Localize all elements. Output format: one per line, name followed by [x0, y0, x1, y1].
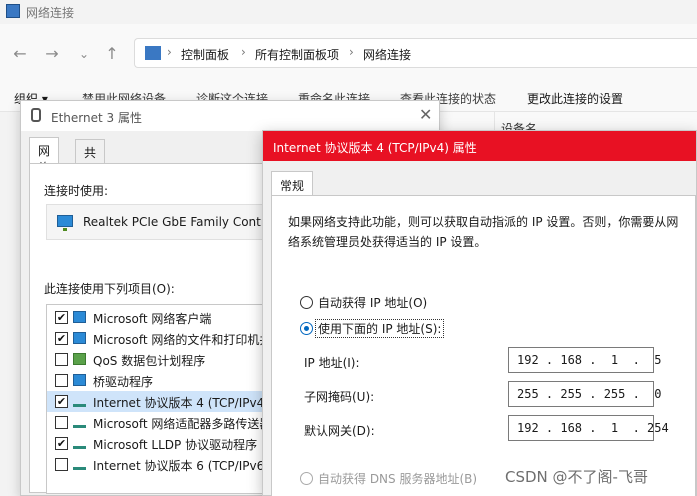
- ip-address-label: IP 地址(I):: [304, 356, 360, 370]
- window-title: 网络连接: [26, 6, 75, 20]
- ipv4-dialog-titlebar: Internet 协议版本 4 (TCP/IPv4) 属性: [263, 131, 696, 161]
- change-settings-button[interactable]: 更改此连接的设置: [527, 90, 623, 107]
- navigation-pane: [0, 112, 22, 496]
- item-checkbox[interactable]: [55, 353, 68, 366]
- close-icon[interactable]: ✕: [419, 105, 432, 124]
- ipv4-general-panel: 如果网络支持此功能，则可以获取自动指派的 IP 设置。否则，你需要从网络系统管理…: [271, 195, 696, 496]
- item-checkbox[interactable]: ✔: [55, 395, 68, 408]
- manual-ip-radio[interactable]: [300, 322, 313, 335]
- client-icon: [73, 374, 86, 386]
- auto-ip-label[interactable]: 自动获得 IP 地址(O): [318, 294, 427, 311]
- auto-ip-radio[interactable]: [300, 296, 313, 309]
- item-label: QoS 数据包计划程序: [93, 354, 206, 368]
- up-arrow-icon[interactable]: ↑: [102, 44, 122, 64]
- breadcrumb-network-connections[interactable]: 网络连接: [363, 46, 411, 63]
- explorer-titlebar: 网络连接: [0, 0, 697, 24]
- breadcrumb-separator: ›: [167, 45, 172, 59]
- service-icon: [73, 353, 86, 365]
- ethernet-icon: [31, 108, 41, 122]
- auto-dns-label[interactable]: 自动获得 DNS 服务器地址(B): [318, 470, 477, 487]
- client-icon: [73, 311, 86, 323]
- manual-ip-label[interactable]: 使用下面的 IP 地址(S):: [314, 319, 445, 338]
- adapter-name: Realtek PCIe GbE Family Controller: [83, 215, 292, 229]
- breadcrumb-separator: ›: [241, 45, 246, 59]
- protocol-icon: [73, 416, 86, 428]
- auto-dns-radio[interactable]: [300, 472, 313, 485]
- network-connections-icon: [6, 4, 20, 18]
- back-arrow-icon[interactable]: ←: [10, 44, 30, 64]
- navigation-bar: ← → ⌄ ↑ › 控制面板 › 所有控制面板项 › 网络连接: [0, 24, 697, 82]
- ip-address-field[interactable]: 192 . 168 . 1 . 5: [508, 347, 662, 373]
- watermark: CSDN @不了阁-飞哥: [505, 468, 648, 486]
- subnet-mask-field[interactable]: 255 . 255 . 255 . 0: [508, 381, 662, 407]
- breadcrumb-control-panel[interactable]: 控制面板: [181, 46, 229, 63]
- default-gateway-field[interactable]: 192 . 168 . 1 . 254: [508, 415, 669, 441]
- tab-general[interactable]: 常规: [271, 171, 314, 197]
- item-label: 桥驱动程序: [93, 375, 154, 389]
- connect-using-label: 连接时使用:: [44, 184, 109, 198]
- default-gateway-label: 默认网关(D):: [304, 424, 375, 438]
- item-label: Internet 协议版本 6 (TCP/IPv6): [93, 459, 269, 473]
- network-adapter-icon: [57, 215, 73, 231]
- tab-network[interactable]: 网络: [29, 137, 60, 175]
- item-label: Microsoft LLDP 协议驱动程序: [93, 438, 258, 452]
- ipv4-description: 如果网络支持此功能，则可以获取自动指派的 IP 设置。否则，你需要从网络系统管理…: [288, 215, 679, 249]
- item-checkbox[interactable]: [55, 458, 68, 471]
- protocol-icon: [73, 437, 86, 449]
- ethernet-dialog-title: Ethernet 3 属性: [51, 111, 142, 125]
- item-label: Internet 协议版本 4 (TCP/IPv4): [93, 396, 269, 410]
- item-checkbox[interactable]: [55, 374, 68, 387]
- protocol-icon: [73, 458, 86, 470]
- control-panel-icon: [145, 46, 161, 60]
- recent-locations-icon[interactable]: ⌄: [74, 44, 94, 64]
- protocol-icon: [73, 395, 86, 407]
- item-label: Microsoft 网络客户端: [93, 312, 212, 326]
- item-checkbox[interactable]: [55, 416, 68, 429]
- address-bar[interactable]: › 控制面板 › 所有控制面板项 › 网络连接: [134, 38, 697, 68]
- item-label: Microsoft 网络的文件和打印机共享: [93, 333, 284, 347]
- item-checkbox[interactable]: ✔: [55, 437, 68, 450]
- breadcrumb-all-items[interactable]: 所有控制面板项: [255, 46, 339, 63]
- item-checkbox[interactable]: ✔: [55, 311, 68, 324]
- ethernet-dialog-titlebar: Ethernet 3 属性 ✕: [21, 101, 439, 131]
- forward-arrow-icon[interactable]: →: [42, 44, 62, 64]
- ipv4-dialog-title: Internet 协议版本 4 (TCP/IPv4) 属性: [273, 141, 477, 155]
- breadcrumb-separator: ›: [349, 45, 354, 59]
- client-icon: [73, 332, 86, 344]
- items-label: 此连接使用下列项目(O):: [44, 282, 175, 296]
- item-checkbox[interactable]: ✔: [55, 332, 68, 345]
- ipv4-properties-dialog: Internet 协议版本 4 (TCP/IPv4) 属性 常规 如果网络支持此…: [262, 130, 697, 496]
- subnet-mask-label: 子网掩码(U):: [304, 390, 375, 404]
- tab-sharing[interactable]: 共享: [75, 139, 106, 177]
